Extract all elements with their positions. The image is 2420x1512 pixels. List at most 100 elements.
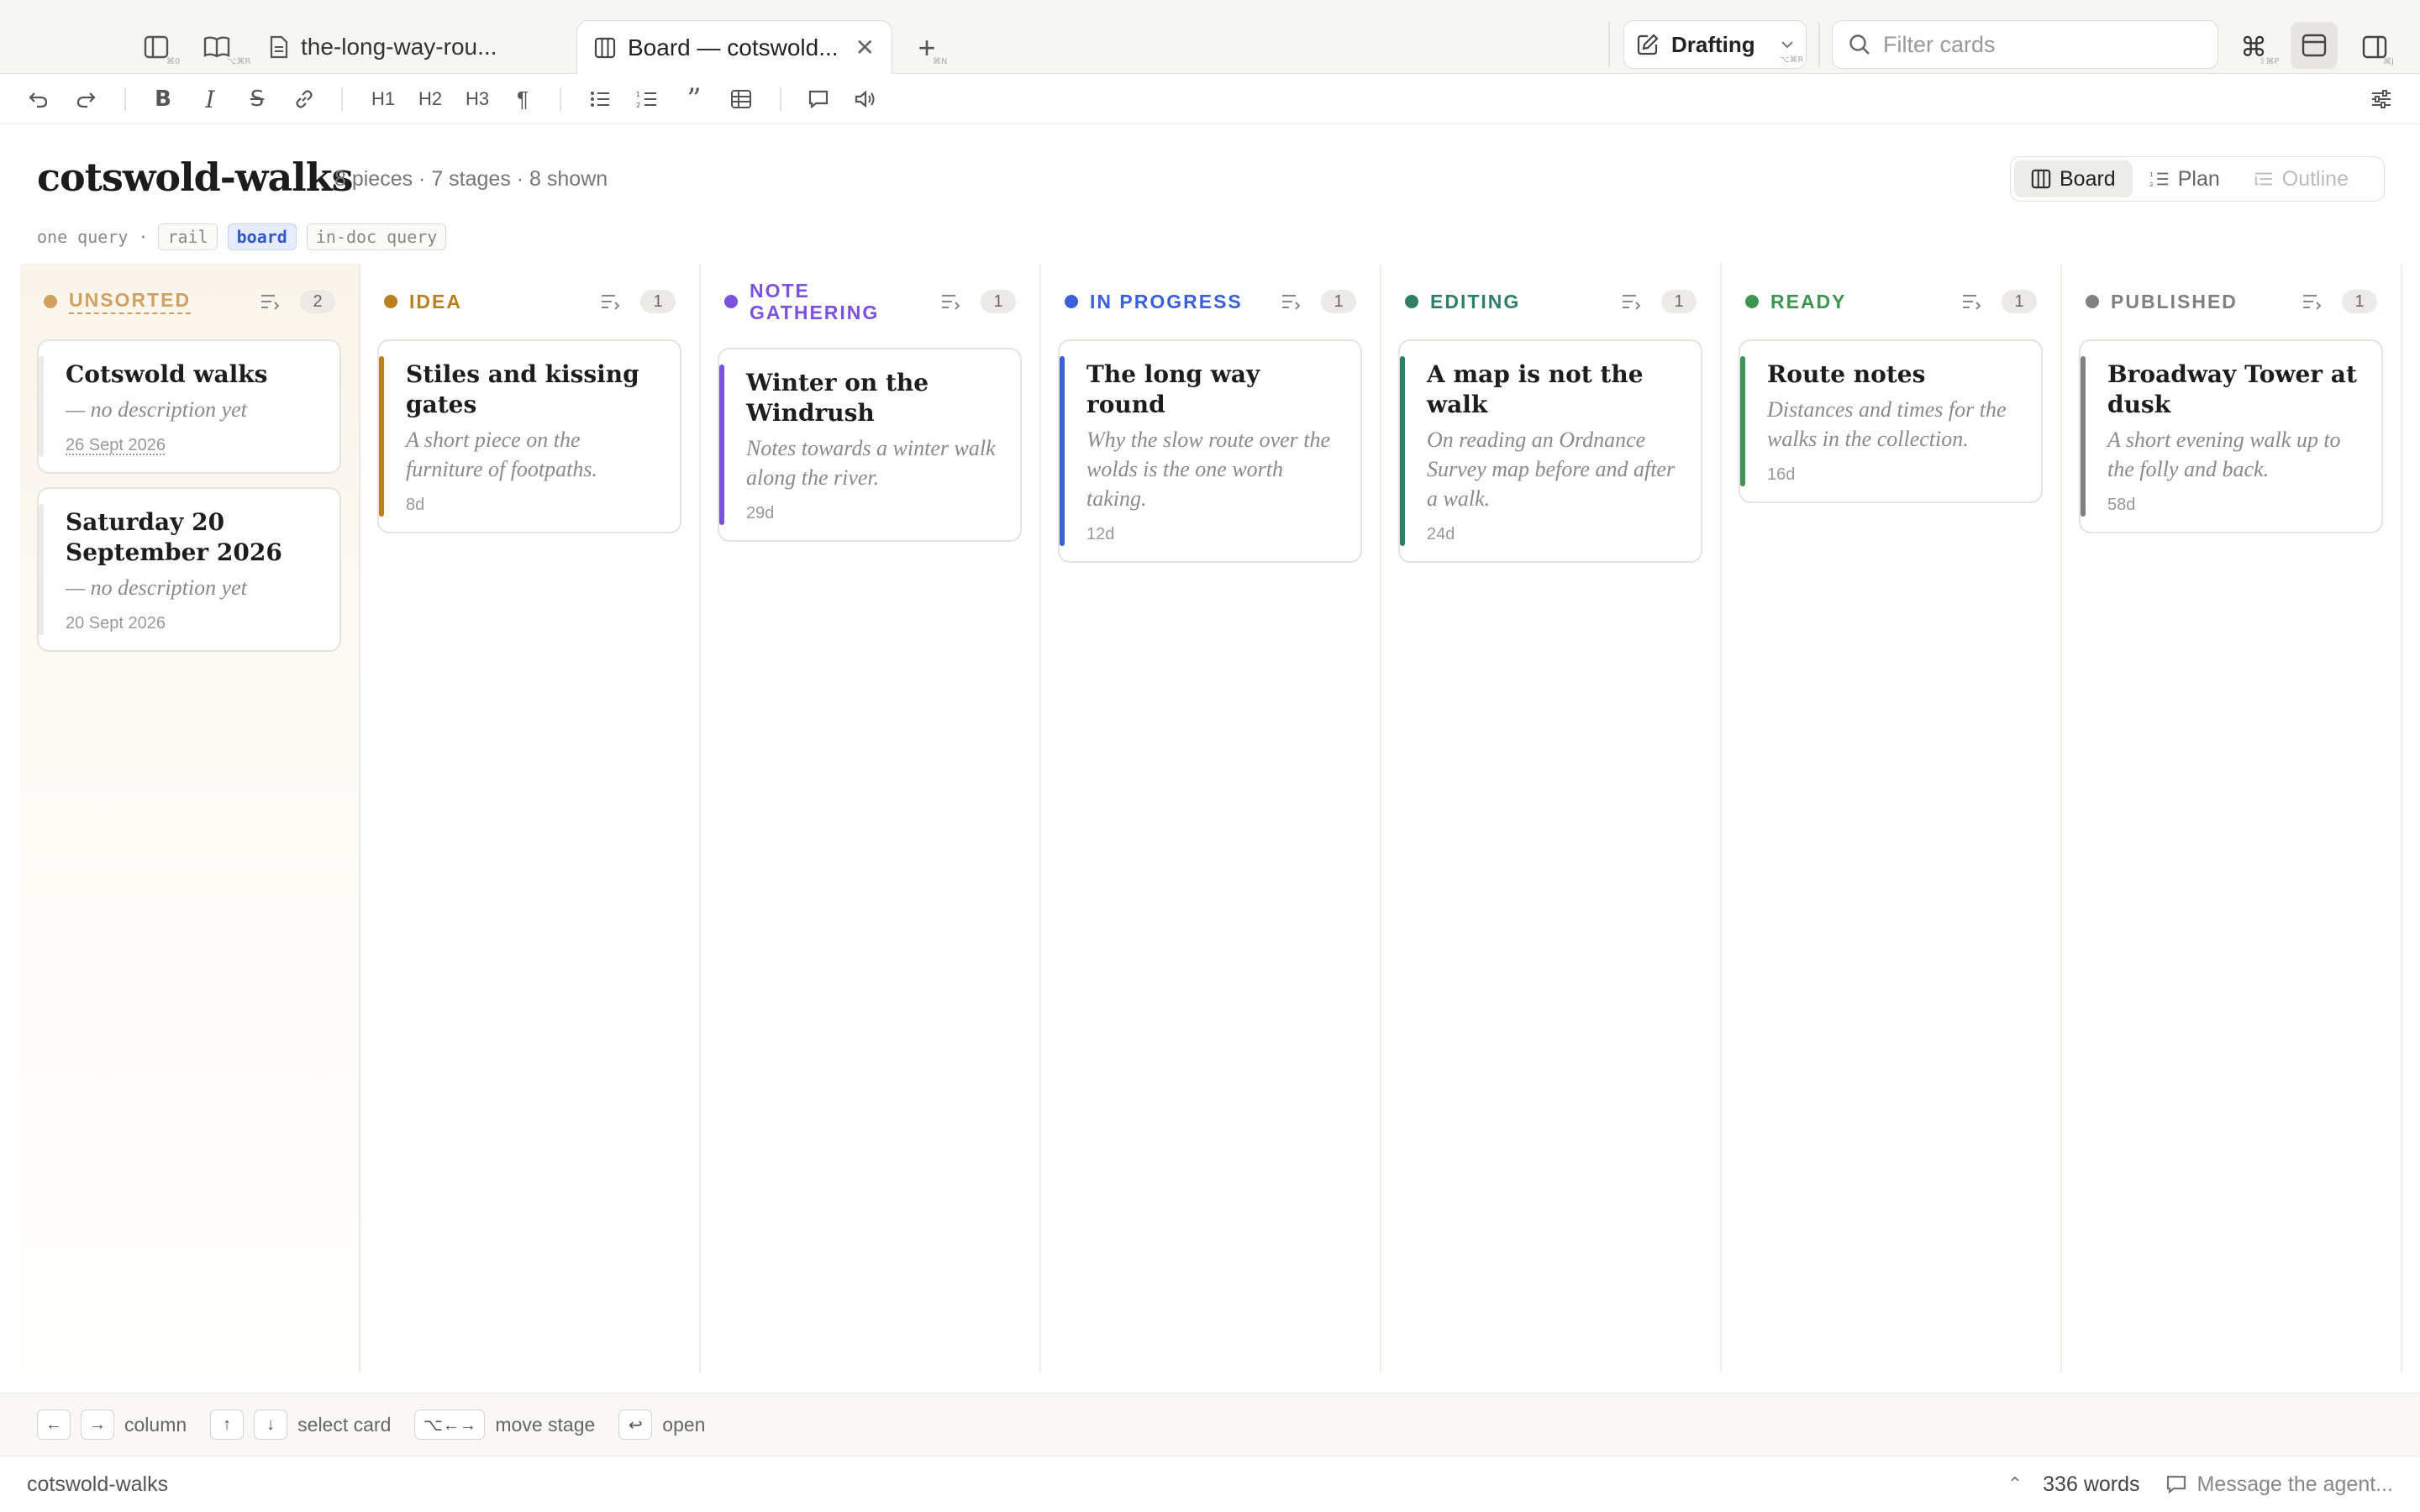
kanban-card[interactable]: A map is not the walk On reading an Ordna… xyxy=(1398,339,1702,563)
card-stage-bar xyxy=(1740,356,1745,486)
card-date: 24d xyxy=(1427,525,1455,543)
column-header[interactable]: IDEA 1 xyxy=(360,264,699,339)
kanban-card[interactable]: Saturday 20 September 2026 — no descripti… xyxy=(37,487,341,652)
board-column: PUBLISHED 1 Broadway Tower at dusk A short … xyxy=(2062,264,2402,1373)
sort-list-icon[interactable] xyxy=(1281,292,1302,311)
comment-icon[interactable] xyxy=(805,86,832,113)
bullet-list-icon[interactable] xyxy=(587,86,613,113)
card-title: The long way round xyxy=(1086,360,1260,418)
column-tools: 1 xyxy=(1621,290,1697,313)
view-switcher: Board 12 Plan Outline xyxy=(2010,156,2385,202)
link-icon[interactable] xyxy=(291,86,318,113)
stage-dot xyxy=(1065,295,1078,308)
bold-icon[interactable]: B xyxy=(150,86,176,113)
sort-list-icon[interactable] xyxy=(2302,292,2323,311)
settings-sliders-icon[interactable] xyxy=(2368,86,2395,113)
card-date: 12d xyxy=(1086,525,1115,543)
query-prefix: one query · xyxy=(37,227,149,247)
kanban-card[interactable]: Stiles and kissing gates A short piece on… xyxy=(377,339,681,533)
redo-icon[interactable] xyxy=(72,86,99,113)
column-tools: 2 xyxy=(260,290,335,313)
board-column: IN PROGRESS 1 The long way round Why the sl… xyxy=(1041,264,1381,1373)
card-date: 20 Sept 2026 xyxy=(66,614,166,633)
sort-list-icon[interactable] xyxy=(940,292,962,311)
column-name: UNSORTED xyxy=(69,289,192,314)
sort-list-icon[interactable] xyxy=(260,292,281,311)
stage-dot xyxy=(724,295,738,308)
heading-3-button[interactable]: H3 xyxy=(460,86,494,113)
view-tab-outline-label: Outline xyxy=(2281,166,2349,191)
card-stage-bar xyxy=(1400,356,1405,546)
tab-document[interactable]: the-long-way-rou... xyxy=(252,20,555,74)
kanban-card[interactable]: The long way round Why the slow route ove… xyxy=(1058,339,1362,563)
chip-in-doc-query[interactable]: in-doc query xyxy=(306,223,447,250)
stage-dot xyxy=(384,295,397,308)
hint-select-card: select card xyxy=(297,1413,392,1436)
sort-list-icon[interactable] xyxy=(1621,292,1643,311)
column-count-badge: 1 xyxy=(640,290,676,313)
board-column: IDEA 1 Stiles and kissing gates A short pie… xyxy=(360,264,701,1373)
card-title: Saturday 20 September 2026 xyxy=(66,508,282,566)
outline-icon xyxy=(2254,172,2272,186)
card-title: A map is not the walk xyxy=(1427,360,1644,418)
filter-cards-input[interactable]: Filter cards xyxy=(1832,20,2218,69)
format-toolbar: B I S H1 H2 H3 ¶ 12 ” xyxy=(0,74,2420,124)
kanban-card[interactable]: Broadway Tower at dusk A short evening wa… xyxy=(2079,339,2383,533)
heading-3-label: H3 xyxy=(465,88,490,109)
column-header[interactable]: IN PROGRESS 1 xyxy=(1041,264,1380,339)
chip-board[interactable]: board xyxy=(227,223,297,250)
sort-list-icon[interactable] xyxy=(1961,292,1983,311)
undo-icon[interactable] xyxy=(25,86,52,113)
sort-list-icon[interactable] xyxy=(600,292,622,311)
key-left: ← xyxy=(37,1410,71,1440)
column-header[interactable]: READY 1 xyxy=(1722,264,2060,339)
heading-2-button[interactable]: H2 xyxy=(413,86,447,113)
card-description: On reading an Ordnance Survey map before… xyxy=(1427,428,1676,511)
paragraph-icon[interactable]: ¶ xyxy=(509,86,536,113)
column-header[interactable]: NOTE GATHERING 1 xyxy=(701,264,1039,339)
column-header[interactable]: PUBLISHED 1 xyxy=(2062,264,2401,339)
strikethrough-icon[interactable]: S xyxy=(244,86,271,113)
divider xyxy=(341,87,343,111)
numbered-list-icon[interactable]: 12 xyxy=(634,86,660,113)
board-columns-icon xyxy=(594,37,616,58)
column-name: READY xyxy=(1770,291,1847,312)
close-tab-icon[interactable]: ✕ xyxy=(855,34,875,61)
column-header[interactable]: EDITING 1 xyxy=(1381,264,1720,339)
search-icon xyxy=(1849,34,1870,55)
view-tab-outline[interactable]: Outline xyxy=(2237,160,2365,197)
card-stage-bar xyxy=(39,504,44,635)
card-title: Stiles and kissing gates xyxy=(406,360,639,418)
card-date: 29d xyxy=(746,504,775,522)
divider xyxy=(1818,22,1820,67)
kanban-card[interactable]: Route notes Distances and times for the w… xyxy=(1739,339,2043,503)
tab-board[interactable]: Board — cotswold... ✕ xyxy=(576,20,892,74)
quote-icon[interactable]: ” xyxy=(681,82,708,116)
kanban-card[interactable]: Winter on the Windrush Notes towards a wi… xyxy=(718,348,1022,542)
speaker-icon[interactable] xyxy=(852,86,879,113)
column-header[interactable]: UNSORTED 2 xyxy=(20,264,359,339)
card-date: 8d xyxy=(406,496,425,514)
heading-1-button[interactable]: H1 xyxy=(366,86,400,113)
board-column: READY 1 Route notes Distances and times for… xyxy=(1722,264,2062,1373)
italic-icon[interactable]: I xyxy=(197,86,224,113)
table-icon[interactable] xyxy=(728,86,755,113)
kanban-card[interactable]: Cotswold walks — no description yet 26 Sep… xyxy=(37,339,341,474)
stage-dot xyxy=(1405,295,1418,308)
column-tools: 1 xyxy=(1961,290,2037,313)
column-name: IDEA xyxy=(409,291,462,312)
right-sidebar-shortcut: ⌘J xyxy=(2383,57,2394,66)
layout-panel-icon[interactable] xyxy=(2291,22,2338,69)
message-agent-input[interactable]: Message the agent... xyxy=(2197,1473,2393,1497)
chevron-down-icon xyxy=(1781,41,1793,49)
column-name: IN PROGRESS xyxy=(1090,291,1243,312)
status-document-name: cotswold-walks xyxy=(27,1472,169,1496)
view-tab-board[interactable]: Board xyxy=(2014,160,2133,197)
card-title: Winter on the Windrush xyxy=(746,369,929,427)
view-tab-plan[interactable]: 12 Plan xyxy=(2133,160,2237,197)
stage-dot xyxy=(1745,295,1759,308)
chip-rail[interactable]: rail xyxy=(158,223,218,250)
chevron-up-icon[interactable]: ⌃ xyxy=(2007,1473,2023,1495)
card-stage-bar xyxy=(719,365,724,525)
sidebar-shortcut: ⌘0 xyxy=(166,57,181,66)
